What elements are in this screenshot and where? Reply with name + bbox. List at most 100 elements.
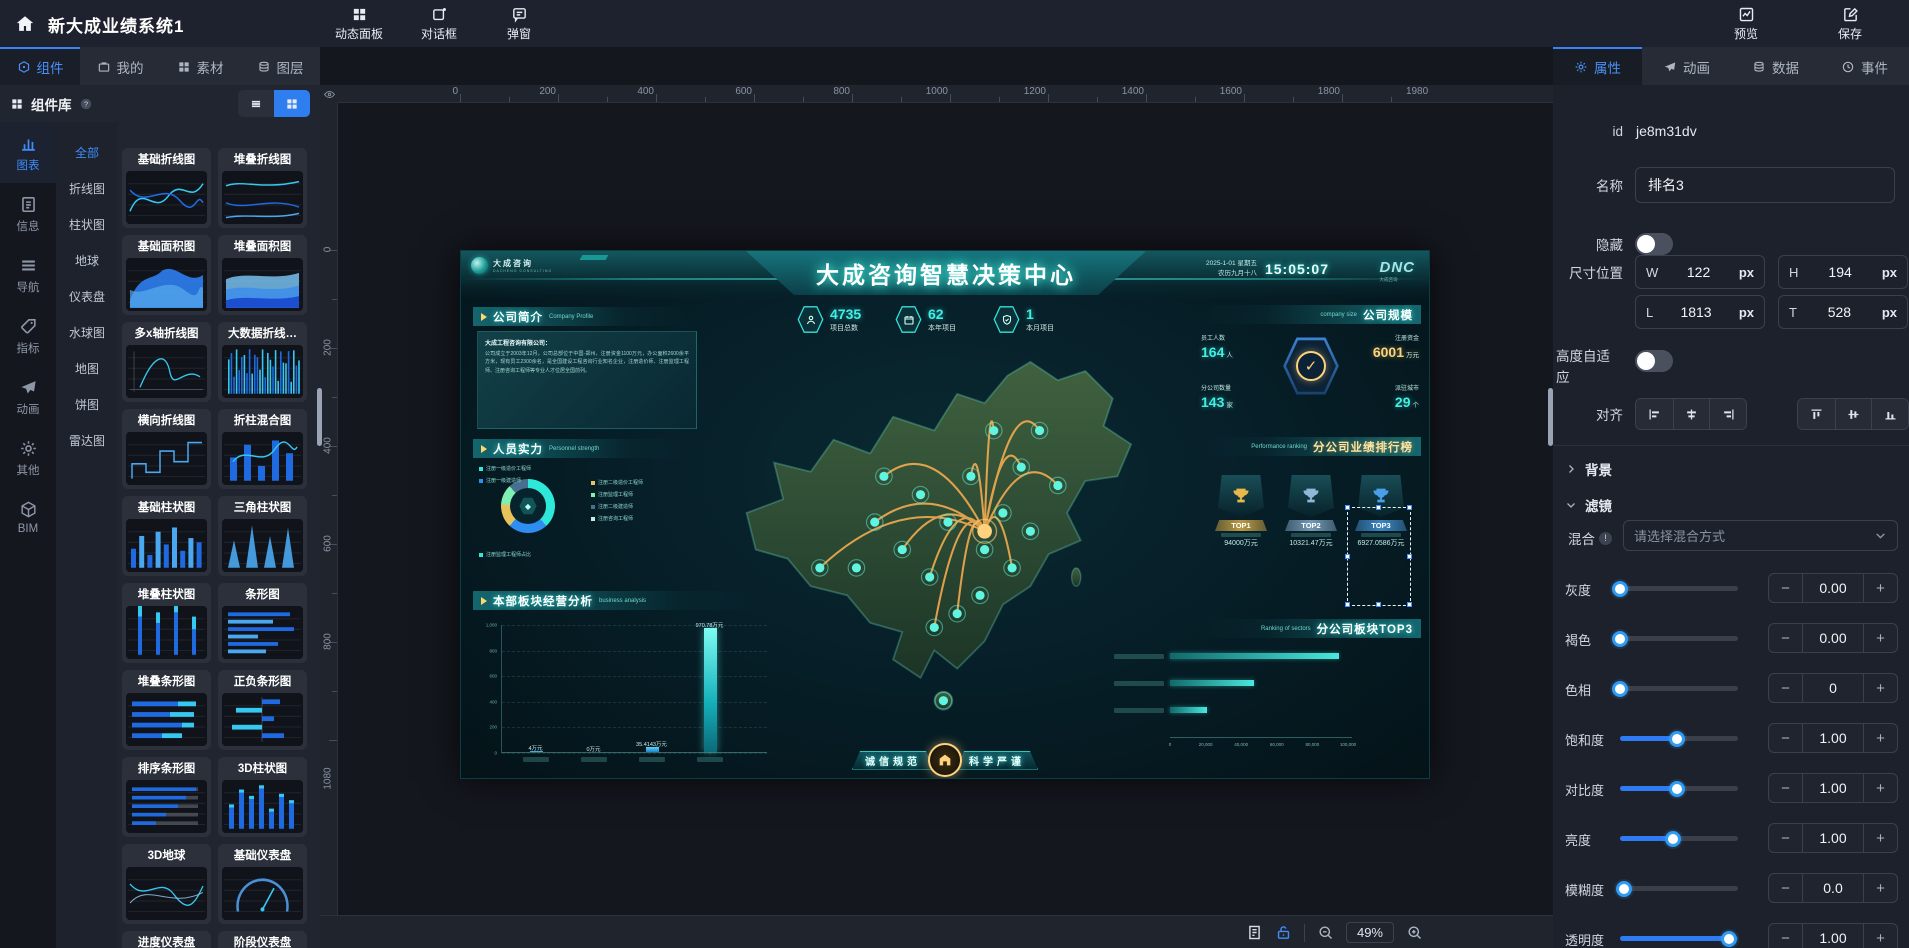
list-view-button[interactable] <box>238 90 274 117</box>
section-filter[interactable]: 滤镜 <box>1565 495 1612 515</box>
subcategory-仪表盘[interactable]: 仪表盘 <box>56 278 118 314</box>
component-card-基础面积图[interactable]: 基础面积图 <box>122 235 211 315</box>
component-card-大数据折线…[interactable]: 大数据折线… <box>218 322 307 402</box>
component-card-堆叠柱状图[interactable]: 堆叠柱状图 <box>122 583 211 663</box>
header-tool-弹窗[interactable]: 弹窗 <box>486 0 552 47</box>
component-card-堆叠面积图[interactable]: 堆叠面积图 <box>218 235 307 315</box>
slider-track-饱和度[interactable] <box>1620 736 1738 741</box>
slider-track-亮度[interactable] <box>1620 836 1738 841</box>
component-card-3D柱状图[interactable]: 3D柱状图 <box>218 757 307 837</box>
artboard-preview[interactable]: 大成咨询智慧决策中心 大成咨询DACHENG CONSULTING 2025-1… <box>460 250 1430 779</box>
subcategory-地图[interactable]: 地图 <box>56 350 118 386</box>
blend-select[interactable]: 请选择混合方式 <box>1623 520 1898 551</box>
slider-track-对比度[interactable] <box>1620 786 1738 791</box>
align-bottom-button[interactable] <box>1871 399 1908 429</box>
align-center-vertical-button[interactable] <box>1835 399 1872 429</box>
decrease-button[interactable]: − <box>1769 774 1802 802</box>
tab-组件[interactable]: 组件 <box>0 47 80 85</box>
subcategory-全部[interactable]: 全部 <box>56 134 118 170</box>
decrease-button[interactable]: − <box>1769 874 1802 902</box>
autoheight-toggle[interactable] <box>1635 350 1673 372</box>
subcategory-折线图[interactable]: 折线图 <box>56 170 118 206</box>
align-right-button[interactable] <box>1709 399 1746 429</box>
size-field-H[interactable]: H194px <box>1778 255 1908 289</box>
rail-item-其他[interactable]: 其他 <box>0 427 56 488</box>
rail-item-指标[interactable]: 指标 <box>0 305 56 366</box>
tab-图层[interactable]: 图层 <box>240 47 320 85</box>
hide-toggle[interactable] <box>1635 233 1673 255</box>
name-input[interactable]: 排名3 <box>1635 167 1895 203</box>
component-card-阶段仪表盘[interactable]: 阶段仪表盘 <box>218 931 307 948</box>
component-card-三角柱状图[interactable]: 三角柱状图 <box>218 496 307 576</box>
section-background[interactable]: 背景 <box>1565 459 1612 479</box>
slider-track-透明度[interactable] <box>1620 936 1738 941</box>
slider-knob[interactable] <box>1616 881 1632 897</box>
ranking-card-TOP2[interactable]: TOP210321.47万元 <box>1279 475 1343 548</box>
page-doc-icon[interactable] <box>1246 924 1263 941</box>
inspector-tab-事件[interactable]: 事件 <box>1820 47 1909 85</box>
home-icon[interactable] <box>14 13 36 35</box>
slider-track-灰度[interactable] <box>1620 586 1738 591</box>
decrease-button[interactable]: − <box>1769 574 1802 602</box>
component-card-进度仪表盘[interactable]: 进度仪表盘 <box>122 931 211 948</box>
component-card-基础柱状图[interactable]: 基础柱状图 <box>122 496 211 576</box>
align-left-button[interactable] <box>1636 399 1673 429</box>
size-field-W[interactable]: W122px <box>1635 255 1765 289</box>
component-card-横向折线图[interactable]: 横向折线图 <box>122 409 211 489</box>
ranking-card-TOP1[interactable]: TOP194000万元 <box>1209 475 1273 548</box>
slider-knob[interactable] <box>1669 781 1685 797</box>
slider-track-模糊度[interactable] <box>1620 886 1738 891</box>
increase-button[interactable]: + <box>1864 824 1897 852</box>
decrease-button[interactable]: − <box>1769 724 1802 752</box>
subcategory-雷达图[interactable]: 雷达图 <box>56 422 118 458</box>
decrease-button[interactable]: − <box>1769 624 1802 652</box>
subcategory-水球图[interactable]: 水球图 <box>56 314 118 350</box>
slider-knob[interactable] <box>1612 581 1628 597</box>
left-panel-resize-handle[interactable] <box>317 388 322 446</box>
component-card-基础折线图[interactable]: 基础折线图 <box>122 148 211 228</box>
inspector-tab-数据[interactable]: 数据 <box>1731 47 1820 85</box>
rail-item-图表[interactable]: 图表 <box>0 122 56 183</box>
slider-knob[interactable] <box>1612 681 1628 697</box>
align-top-button[interactable] <box>1798 399 1835 429</box>
ruler-corner[interactable] <box>320 85 338 103</box>
header-tool-动态面板[interactable]: 动态面板 <box>326 0 392 47</box>
increase-button[interactable]: + <box>1864 724 1897 752</box>
rail-item-信息[interactable]: 信息 <box>0 183 56 244</box>
zoom-out-icon[interactable] <box>1317 924 1334 941</box>
slider-track-褐色[interactable] <box>1620 636 1738 641</box>
rail-item-动画[interactable]: 动画 <box>0 366 56 427</box>
decrease-button[interactable]: − <box>1769 824 1802 852</box>
slider-knob[interactable] <box>1669 731 1685 747</box>
component-card-排序条形图[interactable]: 排序条形图 <box>122 757 211 837</box>
align-center-horizontal-button[interactable] <box>1673 399 1710 429</box>
zoom-in-icon[interactable] <box>1406 924 1423 941</box>
subcategory-饼图[interactable]: 饼图 <box>56 386 118 422</box>
component-card-条形图[interactable]: 条形图 <box>218 583 307 663</box>
increase-button[interactable]: + <box>1864 574 1897 602</box>
inspector-tab-动画[interactable]: 动画 <box>1642 47 1731 85</box>
tab-素材[interactable]: 素材 <box>160 47 240 85</box>
increase-button[interactable]: + <box>1864 674 1897 702</box>
increase-button[interactable]: + <box>1864 774 1897 802</box>
size-field-T[interactable]: T528px <box>1778 295 1908 329</box>
component-card-堆叠折线图[interactable]: 堆叠折线图 <box>218 148 307 228</box>
help-icon[interactable]: ? <box>79 97 93 111</box>
size-field-L[interactable]: L1813px <box>1635 295 1765 329</box>
component-card-折柱混合图[interactable]: 折柱混合图 <box>218 409 307 489</box>
component-card-3D地球[interactable]: 3D地球 <box>122 844 211 924</box>
increase-button[interactable]: + <box>1864 624 1897 652</box>
component-card-堆叠条形图[interactable]: 堆叠条形图 <box>122 670 211 750</box>
header-action-预览[interactable]: 预览 <box>1713 0 1779 47</box>
increase-button[interactable]: + <box>1864 924 1897 948</box>
slider-knob[interactable] <box>1721 931 1737 947</box>
subcategory-柱状图[interactable]: 柱状图 <box>56 206 118 242</box>
slider-track-色相[interactable] <box>1620 686 1738 691</box>
rail-item-BIM[interactable]: BIM <box>0 488 56 545</box>
inspector-tab-属性[interactable]: 属性 <box>1553 47 1642 85</box>
component-card-正负条形图[interactable]: 正负条形图 <box>218 670 307 750</box>
right-panel-resize-handle[interactable] <box>1548 388 1553 446</box>
slider-knob[interactable] <box>1665 831 1681 847</box>
component-card-基础仪表盘[interactable]: 基础仪表盘 <box>218 844 307 924</box>
decrease-button[interactable]: − <box>1769 924 1802 948</box>
